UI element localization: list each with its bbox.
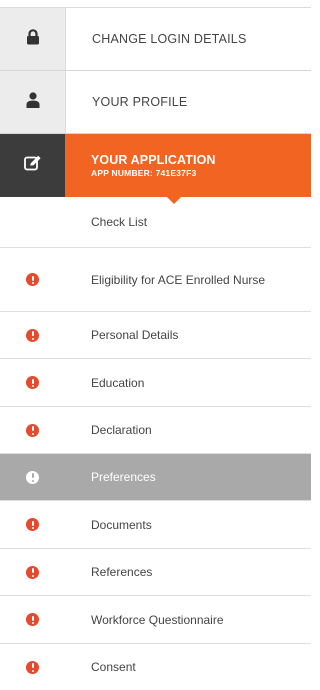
nav-your-profile-label: YOUR PROFILE [92,95,188,109]
step-eligibility[interactable]: Eligibility for ACE Enrolled Nurse [0,248,311,312]
step-label: Eligibility for ACE Enrolled Nurse [91,272,266,287]
step-preferences[interactable]: Preferences [0,454,311,501]
nav-your-profile[interactable]: YOUR PROFILE [0,71,311,134]
step-personal-details[interactable]: Personal Details [0,312,311,359]
step-consent[interactable]: Consent [0,644,311,690]
lock-icon [26,28,40,50]
alert-icon [26,565,39,579]
step-declaration[interactable]: Declaration [0,407,311,454]
alert-icon [26,273,39,286]
app-number: APP NUMBER: 741E37F3 [91,168,197,178]
step-label: References [91,565,153,579]
step-label: Workforce Questionnaire [91,612,224,627]
application-steps-list: Check List Eligibility for ACE Enrolled … [0,197,311,690]
alert-icon [26,423,39,437]
step-label: Check List [91,215,148,229]
nav-your-application[interactable]: YOUR APPLICATION APP NUMBER: 741E37F3 [0,134,311,204]
alert-icon [26,376,39,389]
application-title: YOUR APPLICATION [91,153,216,167]
nav-change-login-details[interactable]: CHANGE LOGIN DETAILS [0,8,311,71]
step-check-list[interactable]: Check List [0,197,311,248]
step-workforce-questionnaire[interactable]: Workforce Questionnaire [0,596,311,644]
alert-icon [26,518,39,531]
step-label: Preferences [91,470,156,484]
top-edge-divider [0,0,311,8]
step-label: Education [91,375,145,390]
active-caret [167,197,181,204]
step-label: Documents [91,517,152,532]
application-sidebar-nav: CHANGE LOGIN DETAILS YOUR PROFILE YOUR A… [0,0,311,690]
edit-icon [23,155,42,176]
alert-icon [26,328,39,342]
user-icon [26,91,40,113]
alert-icon [26,470,39,484]
step-label: Personal Details [91,328,179,342]
step-education[interactable]: Education [0,359,311,407]
alert-icon [26,613,39,626]
step-documents[interactable]: Documents [0,501,311,549]
step-label: Declaration [91,423,152,437]
step-references[interactable]: References [0,549,311,596]
nav-change-login-details-label: CHANGE LOGIN DETAILS [92,32,247,46]
